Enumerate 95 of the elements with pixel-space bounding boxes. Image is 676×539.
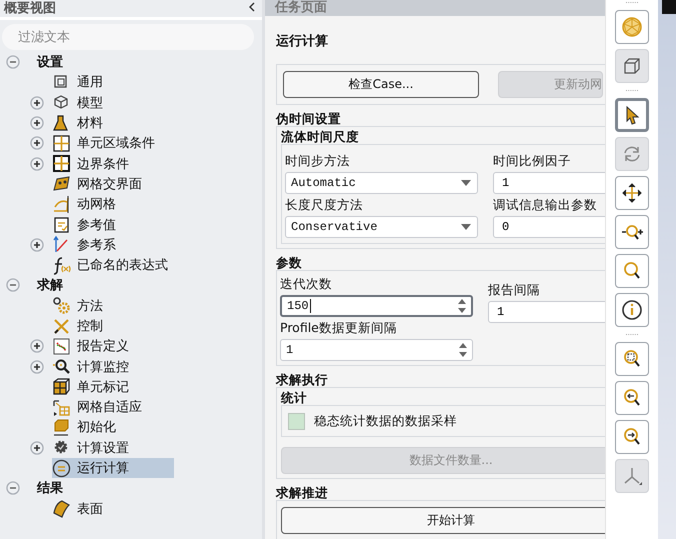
section-title: 伪时间设置 — [276, 111, 342, 126]
chart-icon — [52, 336, 71, 356]
spin-field[interactable]: 150 — [280, 295, 473, 317]
gear-icon — [52, 296, 71, 316]
zoom-right-tool-button[interactable] — [615, 420, 649, 454]
dropdown[interactable]: Automatic — [285, 172, 478, 194]
tree-group-label[interactable]: 设置 — [35, 53, 65, 72]
search-tool-button[interactable] — [615, 254, 649, 288]
zoom-tool-button[interactable] — [615, 215, 649, 249]
grid-icon — [52, 154, 71, 174]
tree-group-label[interactable]: 求解 — [35, 276, 65, 294]
pointer-tool-button[interactable] — [615, 98, 649, 132]
number-field[interactable]: 1 — [488, 301, 605, 323]
group-title: 流体时间尺度 — [281, 129, 360, 144]
number-field[interactable]: 0 — [493, 216, 605, 238]
cube-icon — [52, 418, 71, 437]
tree-item[interactable]: 网格交界面 — [52, 174, 174, 194]
expand-toggle-icon[interactable] — [30, 339, 44, 354]
tree-item[interactable]: 材料 — [52, 113, 174, 134]
tree-item[interactable]: 方法 — [52, 296, 174, 316]
tree-item[interactable]: 初始化 — [52, 417, 174, 438]
magnifier-icon — [52, 357, 71, 376]
cube-icon — [52, 377, 71, 396]
surface-icon — [52, 499, 71, 518]
field-label: 报告间隔 — [488, 282, 541, 298]
move-icon — [621, 182, 643, 204]
info-icon — [621, 299, 643, 321]
field-label: 长度尺度方法 — [285, 197, 364, 213]
grip-icon[interactable] — [625, 333, 639, 336]
action-button[interactable]: 检查Case... — [283, 71, 479, 98]
tree-item[interactable]: 表面 — [52, 498, 174, 519]
expand-toggle-icon[interactable] — [30, 136, 44, 150]
tree-item[interactable]: 单元标记 — [52, 376, 174, 397]
section-title: 求解推进 — [276, 485, 329, 500]
spin-arrows-icon[interactable] — [458, 342, 468, 358]
collapse-toggle-icon[interactable] — [6, 55, 20, 70]
grip-icon[interactable] — [625, 89, 639, 92]
info-tool-button[interactable] — [615, 293, 649, 327]
number-field[interactable]: 1 — [493, 172, 605, 194]
move-tool-button[interactable] — [615, 176, 649, 210]
zoom-left-tool-button[interactable] — [615, 381, 649, 415]
expand-toggle-icon[interactable] — [30, 116, 44, 130]
dropdown-arrow-icon — [461, 224, 471, 230]
tree-item[interactable]: 已命名的表达式 — [52, 255, 174, 276]
equals-icon — [52, 458, 71, 478]
grip-icon[interactable] — [625, 1, 639, 4]
dropdown[interactable]: Conservative — [285, 216, 478, 238]
field-label: Profile数据更新间隔 — [280, 320, 398, 336]
page-heading: 运行计算 — [276, 33, 329, 50]
group-title: 统计 — [281, 390, 308, 405]
tools-icon — [52, 316, 71, 336]
tree-item[interactable]: 通用 — [52, 72, 174, 92]
expand-toggle-icon[interactable] — [30, 156, 44, 171]
tree-item[interactable]: 报告定义 — [52, 336, 174, 356]
filter-field[interactable]: 过滤文本 — [2, 24, 254, 50]
collapse-toggle-icon[interactable] — [6, 278, 20, 292]
tree-item[interactable]: 计算设置 — [52, 438, 174, 458]
expand-toggle-icon[interactable] — [30, 238, 44, 252]
zoom-box-tool-button[interactable] — [615, 342, 649, 376]
tree-item[interactable]: 控制 — [52, 316, 174, 336]
logo-fragment — [662, 0, 676, 14]
tree-group-label[interactable]: 结果 — [35, 479, 65, 498]
sphere-mesh-tool-button[interactable] — [615, 10, 649, 44]
field-label: 时间步方法 — [285, 153, 351, 169]
grid-icon — [52, 134, 71, 153]
tree-item[interactable]: 网格自适应 — [52, 397, 174, 418]
tree-item[interactable]: 模型 — [52, 92, 174, 113]
tree-item[interactable]: 参考系 — [52, 234, 174, 255]
tree-item[interactable]: 单元区域条件 — [52, 133, 174, 154]
function-icon — [52, 256, 71, 275]
clipboard-icon — [52, 215, 71, 234]
dropdown-arrow-icon — [461, 180, 471, 186]
tree-item[interactable]: 运行计算 — [52, 458, 174, 478]
panel-title: 任务页面 — [275, 0, 327, 16]
field-label: 时间比例因子 — [493, 153, 572, 169]
spin-field[interactable]: 1 — [280, 339, 473, 361]
flask-icon — [52, 114, 71, 133]
collapse-icon[interactable] — [248, 2, 256, 12]
sphere-mesh-icon — [621, 16, 643, 38]
tree-item[interactable]: 边界条件 — [52, 154, 174, 174]
calculate-button[interactable]: 开始计算 — [281, 507, 605, 534]
collapse-toggle-icon[interactable] — [6, 481, 20, 496]
expand-toggle-icon[interactable] — [30, 96, 44, 110]
spin-arrows-icon[interactable] — [457, 298, 467, 314]
field-label: 迭代次数 — [280, 276, 333, 292]
section-title: 参数 — [276, 255, 303, 270]
panel-title: 概要视图 — [4, 0, 56, 16]
checkbox[interactable] — [288, 412, 305, 430]
tree-item[interactable]: 计算监控 — [52, 356, 174, 377]
tree-item[interactable]: 参考值 — [52, 214, 174, 235]
field-label: 调试信息输出参数 — [493, 197, 598, 213]
section-title: 求解执行 — [276, 372, 329, 387]
expand-toggle-icon[interactable] — [30, 360, 44, 374]
tree-item[interactable]: 动网格 — [52, 194, 174, 214]
expand-toggle-icon[interactable] — [30, 440, 44, 455]
